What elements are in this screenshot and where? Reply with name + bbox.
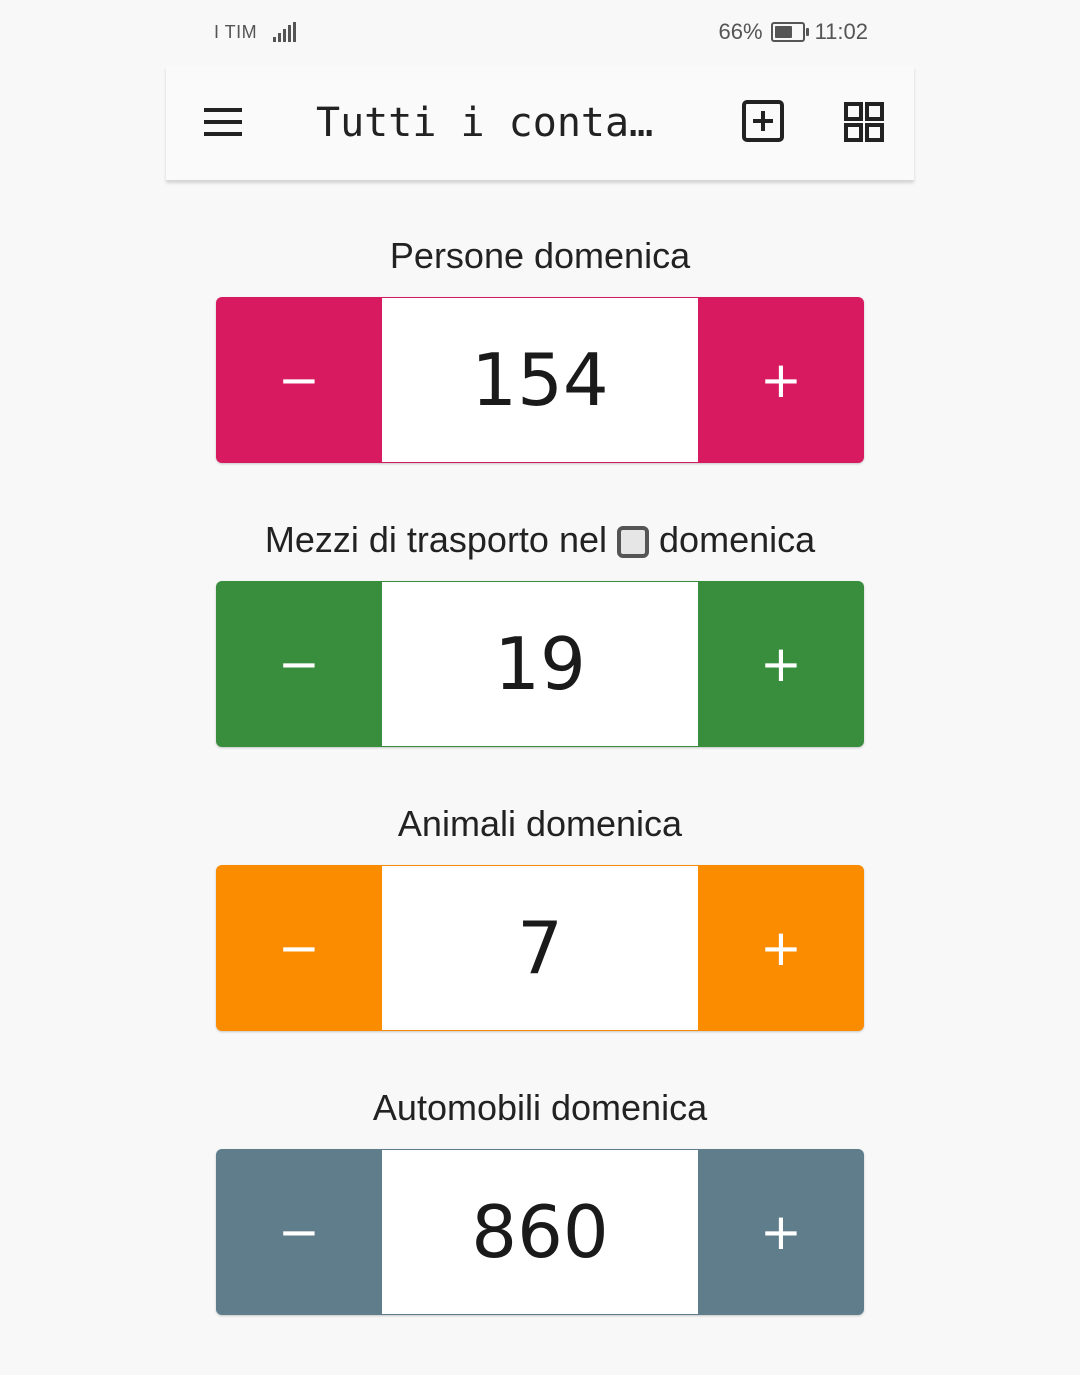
counter-card: − 154 + xyxy=(216,297,864,463)
increment-button[interactable]: + xyxy=(698,297,864,463)
counter-value[interactable]: 860 xyxy=(382,1150,698,1314)
battery-fill xyxy=(774,26,792,38)
battery-percent: 66% xyxy=(718,19,763,44)
page-title: Tutti i conta… xyxy=(316,100,654,146)
status-right: 66% 11:02 xyxy=(719,19,868,45)
counter-title: Automobili domenica xyxy=(372,1087,708,1128)
counter-value[interactable]: 19 xyxy=(382,582,698,746)
counter-title: Animali domenica xyxy=(397,803,683,844)
counter-title-text: Mezzi di trasporto nel xyxy=(264,519,607,560)
counter-card: − 19 + xyxy=(216,581,864,747)
counter-title: Persone domenica xyxy=(389,235,691,276)
battery-icon xyxy=(770,22,809,42)
counter-value[interactable]: 154 xyxy=(382,298,698,462)
counter-value[interactable]: 7 xyxy=(382,866,698,1030)
add-box-icon[interactable] xyxy=(740,98,788,146)
app-bar: Tutti i conta… xyxy=(166,66,914,180)
increment-button[interactable]: + xyxy=(698,865,864,1031)
decrement-button[interactable]: − xyxy=(216,297,382,463)
counter-card: − 860 + xyxy=(216,1149,864,1315)
status-left: I TIM xyxy=(214,21,297,43)
decrement-button[interactable]: − xyxy=(216,1149,382,1315)
status-bar: I TIM 66% 11:02 xyxy=(214,14,868,50)
decrement-button[interactable]: − xyxy=(216,865,382,1031)
grid-view-icon[interactable] xyxy=(840,98,888,146)
signal-icon xyxy=(273,22,297,42)
square-emoji-icon xyxy=(617,526,650,558)
decrement-button[interactable]: − xyxy=(216,581,382,747)
increment-button[interactable]: + xyxy=(698,1149,864,1315)
counter-title: Mezzi di trasporto nel domenica xyxy=(0,518,1080,562)
clock: 11:02 xyxy=(814,19,868,44)
hamburger-menu-icon[interactable] xyxy=(200,100,248,148)
increment-button[interactable]: + xyxy=(698,581,864,747)
counter-title-text: domenica xyxy=(659,519,816,560)
carrier-label: I TIM xyxy=(214,21,258,42)
counter-card: − 7 + xyxy=(216,865,864,1031)
